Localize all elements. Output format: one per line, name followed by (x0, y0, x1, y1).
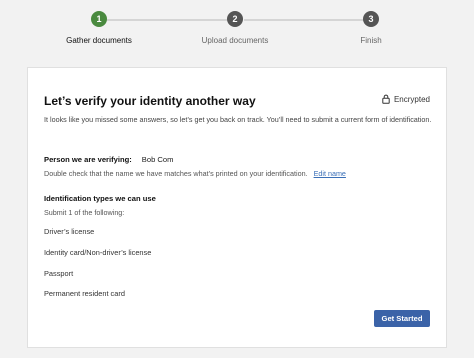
double-check-row: Double check that the name we have match… (44, 169, 346, 178)
id-types-heading: Identification types we can use (44, 194, 156, 203)
person-label: Person we are verifying: (44, 155, 132, 164)
id-type-item: Passport (44, 269, 74, 278)
step-number-badge: 3 (363, 11, 379, 27)
step-finish: 3 Finish (311, 11, 431, 45)
step-label: Gather documents (66, 36, 132, 45)
submit-note: Submit 1 of the following: (44, 208, 125, 217)
step-upload-documents: 2 Upload documents (175, 11, 295, 45)
id-type-item: Permanent resident card (44, 289, 125, 298)
encrypted-badge: Encrypted (382, 94, 430, 104)
lock-icon (382, 94, 390, 104)
id-type-item: Identity card/Non-driver’s license (44, 248, 152, 257)
edit-name-link[interactable]: Edit name (314, 169, 346, 178)
encrypted-label: Encrypted (393, 94, 430, 104)
get-started-button[interactable]: Get Started (374, 310, 430, 327)
verify-identity-card: Let’s verify your identity another way E… (27, 67, 447, 348)
intro-text: It looks like you missed some answers, s… (44, 115, 432, 124)
id-type-item: Driver’s license (44, 227, 95, 236)
step-gather-documents: 1 Gather documents (39, 11, 159, 45)
step-label: Upload documents (201, 36, 269, 45)
progress-stepper: 1 Gather documents 2 Upload documents 3 … (0, 0, 474, 60)
step-label: Finish (360, 36, 382, 45)
double-check-text: Double check that the name we have match… (44, 169, 308, 178)
person-row: Person we are verifying: Bob Com (44, 155, 173, 164)
person-name: Bob Com (141, 155, 174, 164)
page-title: Let’s verify your identity another way (44, 94, 256, 108)
step-number-badge: 2 (227, 11, 243, 27)
step-number-badge: 1 (91, 11, 107, 27)
